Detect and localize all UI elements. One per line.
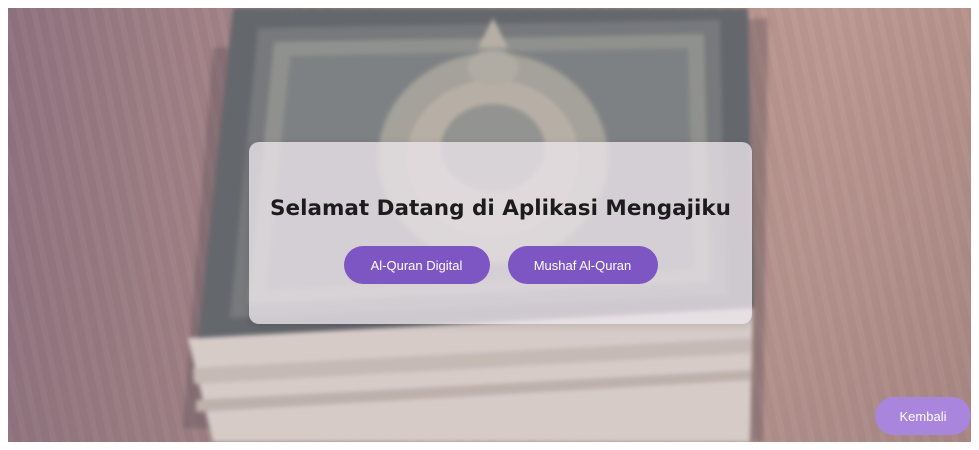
mushaf-al-quran-button[interactable]: Mushaf Al-Quran: [507, 246, 658, 284]
welcome-card: Selamat Datang di Aplikasi Mengajiku Al-…: [249, 142, 752, 324]
al-quran-digital-button[interactable]: Al-Quran Digital: [343, 246, 490, 284]
page-viewport: Selamat Datang di Aplikasi Mengajiku Al-…: [8, 8, 971, 442]
welcome-title: Selamat Datang di Aplikasi Mengajiku: [270, 196, 731, 221]
menu-buttons: Al-Quran Digital Mushaf Al-Quran: [249, 246, 752, 284]
back-button[interactable]: Kembali: [875, 397, 971, 435]
